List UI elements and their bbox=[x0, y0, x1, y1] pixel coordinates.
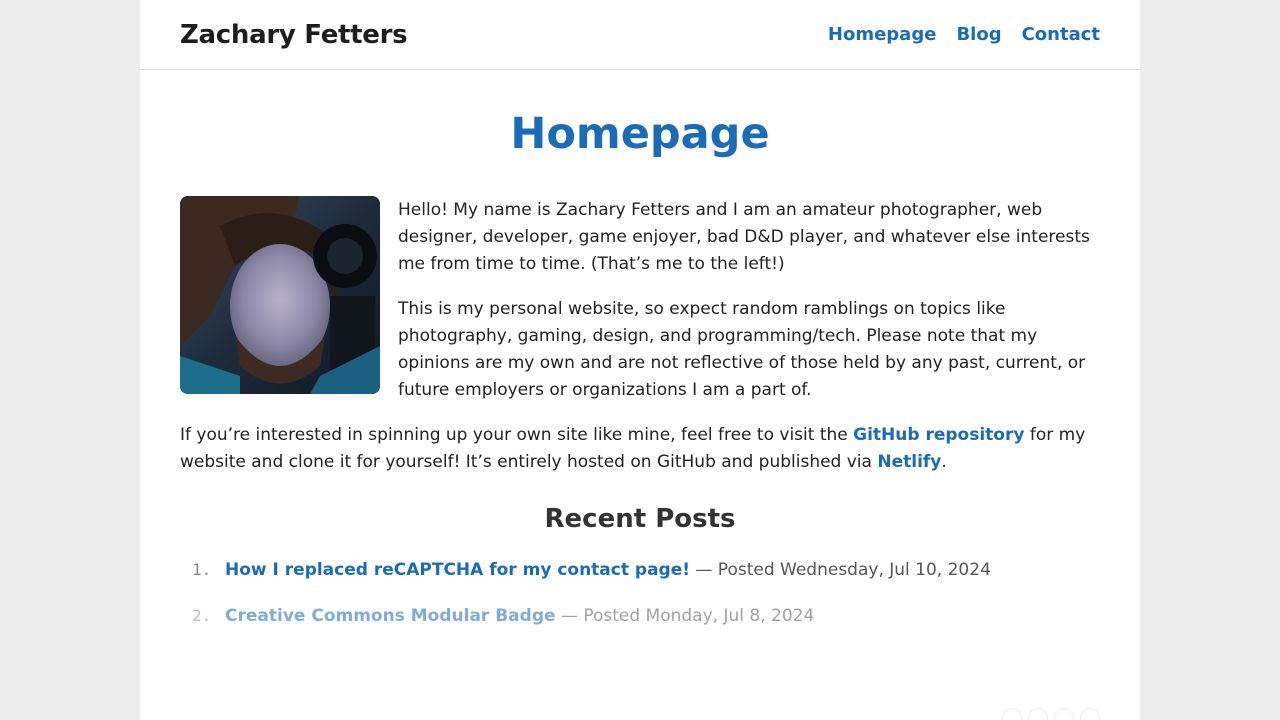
github-repository-link[interactable]: GitHub repository bbox=[853, 425, 1024, 445]
post-link[interactable]: How I replaced reCAPTCHA for my contact … bbox=[225, 560, 690, 580]
footer-icon[interactable] bbox=[1002, 708, 1022, 720]
intro-paragraph-1: Hello! My name is Zachary Fetters and I … bbox=[398, 200, 1090, 274]
recent-posts-list: 1. How I replaced reCAPTCHA for my conta… bbox=[180, 556, 1100, 630]
nav-contact[interactable]: Contact bbox=[1022, 24, 1100, 45]
intro-text: Hello! My name is Zachary Fetters and I … bbox=[398, 197, 1100, 404]
post-meta: — Posted Monday, Jul 8, 2024 bbox=[555, 606, 815, 626]
recent-posts-title: Recent Posts bbox=[544, 504, 736, 534]
footer-icon[interactable] bbox=[1080, 708, 1100, 720]
footer-icon[interactable] bbox=[1054, 708, 1074, 720]
main-content: Homepage Hello! My name is Zachary Fette… bbox=[140, 108, 1140, 630]
post-meta: — Posted Wednesday, Jul 10, 2024 bbox=[690, 560, 991, 580]
netlify-link[interactable]: Netlify bbox=[877, 452, 941, 472]
nav-homepage[interactable]: Homepage bbox=[828, 24, 937, 45]
site-title[interactable]: Zachary Fetters bbox=[180, 20, 408, 50]
portrait-image bbox=[180, 196, 380, 394]
page-title: Homepage bbox=[510, 109, 770, 159]
nav-blog[interactable]: Blog bbox=[956, 24, 1001, 45]
list-item: 2. Creative Commons Modular Badge — Post… bbox=[180, 602, 1100, 630]
intro-paragraph-2: This is my personal website, so expect r… bbox=[398, 299, 1086, 400]
avatar bbox=[180, 196, 380, 394]
post-number: 2. bbox=[192, 606, 212, 625]
list-item: 1. How I replaced reCAPTCHA for my conta… bbox=[180, 556, 1100, 584]
repo-paragraph: If you’re interested in spinning up your… bbox=[180, 422, 1100, 476]
footer-icon[interactable] bbox=[1028, 708, 1048, 720]
repo-text-after: . bbox=[941, 452, 947, 472]
post-link[interactable]: Creative Commons Modular Badge bbox=[225, 606, 556, 626]
intro-section: Hello! My name is Zachary Fetters and I … bbox=[180, 196, 1100, 404]
main-nav: Homepage Blog Contact bbox=[828, 24, 1100, 45]
site-header: Zachary Fetters Homepage Blog Contact bbox=[140, 0, 1140, 70]
post-number: 1. bbox=[192, 560, 212, 579]
page-container: Zachary Fetters Homepage Blog Contact Ho… bbox=[140, 0, 1140, 720]
footer-icons bbox=[1002, 708, 1100, 720]
repo-text-before: If you’re interested in spinning up your… bbox=[180, 425, 854, 445]
